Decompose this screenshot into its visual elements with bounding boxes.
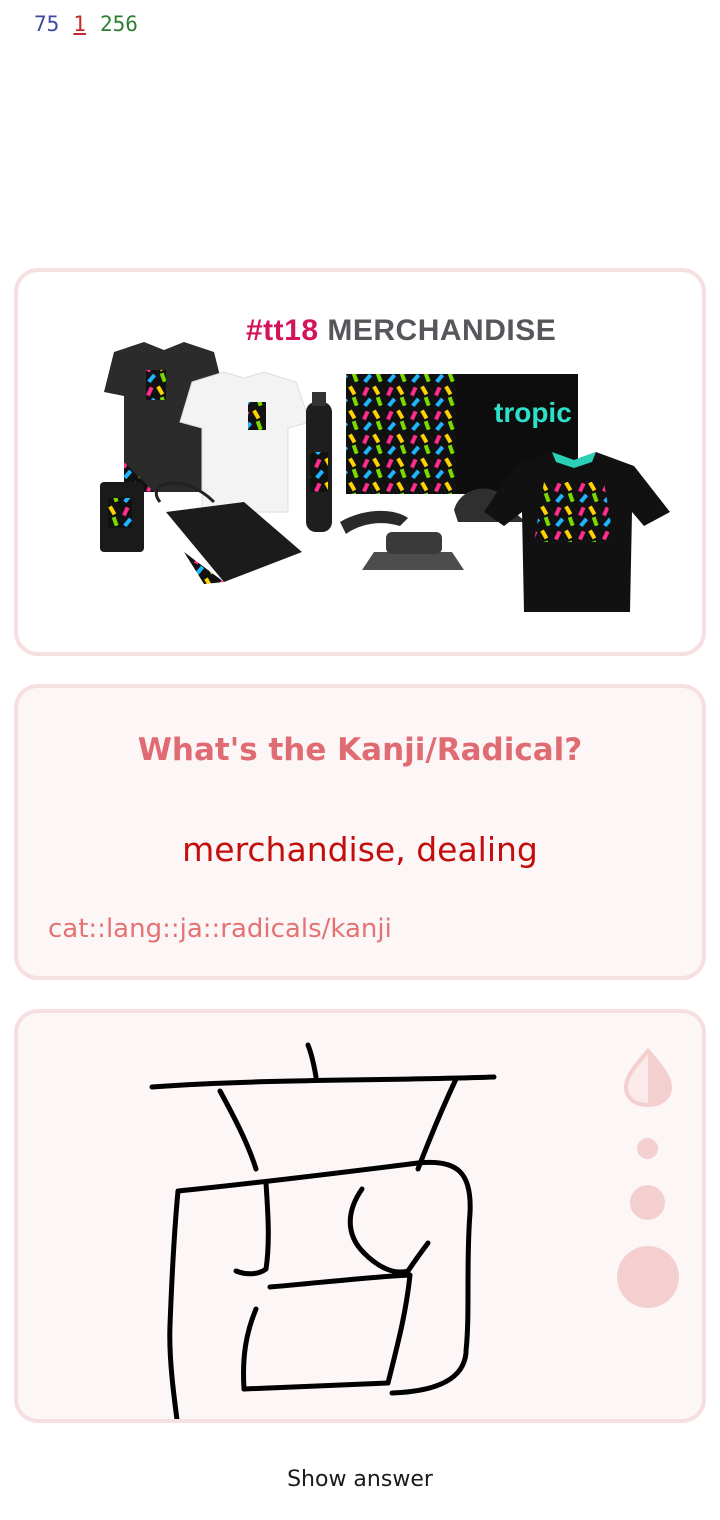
stroke-2 <box>149 1074 497 1090</box>
image-card: #tt18 MERCHANDISE tropic <box>14 268 706 656</box>
due-counts: 75 1 256 <box>34 12 138 36</box>
kanji-meaning: merchandise, dealing <box>182 830 538 869</box>
learning-count: 1 <box>73 12 86 36</box>
stroke-5 <box>167 1159 473 1419</box>
brush-large-icon[interactable] <box>617 1246 679 1308</box>
brush-small-icon[interactable] <box>637 1138 658 1159</box>
show-answer-button[interactable]: Show answer <box>0 1458 720 1502</box>
merchandise-tag: #tt18 <box>246 314 319 347</box>
stroke-8 <box>241 1272 413 1392</box>
question-card: What's the Kanji/Radical? merchandise, d… <box>14 684 706 980</box>
stroke-1 <box>305 1042 319 1080</box>
brush-medium-icon[interactable] <box>630 1185 665 1220</box>
merchandise-title: #tt18 MERCHANDISE <box>246 314 556 348</box>
stroke-9 <box>241 1306 259 1392</box>
merchandise-illustration: tropic <box>100 342 670 612</box>
review-count: 256 <box>99 12 138 36</box>
ink-color-icon[interactable] <box>622 1047 674 1108</box>
handwritten-strokes <box>149 1042 497 1419</box>
card-tags: cat::lang::ja::radicals/kanji <box>48 914 392 944</box>
drawing-canvas[interactable] <box>14 1009 706 1423</box>
merchandise-image: #tt18 MERCHANDISE tropic <box>74 312 674 612</box>
new-count: 75 <box>34 12 60 36</box>
merchandise-title-text: MERCHANDISE <box>327 314 557 347</box>
stroke-7 <box>347 1186 431 1275</box>
stroke-6 <box>233 1180 271 1277</box>
stroke-4 <box>415 1076 459 1172</box>
question-prompt: What's the Kanji/Radical? <box>137 732 583 768</box>
stroke-3 <box>217 1088 259 1172</box>
banner-brand-text: tropic <box>494 397 572 428</box>
stroke-10 <box>389 1350 469 1396</box>
